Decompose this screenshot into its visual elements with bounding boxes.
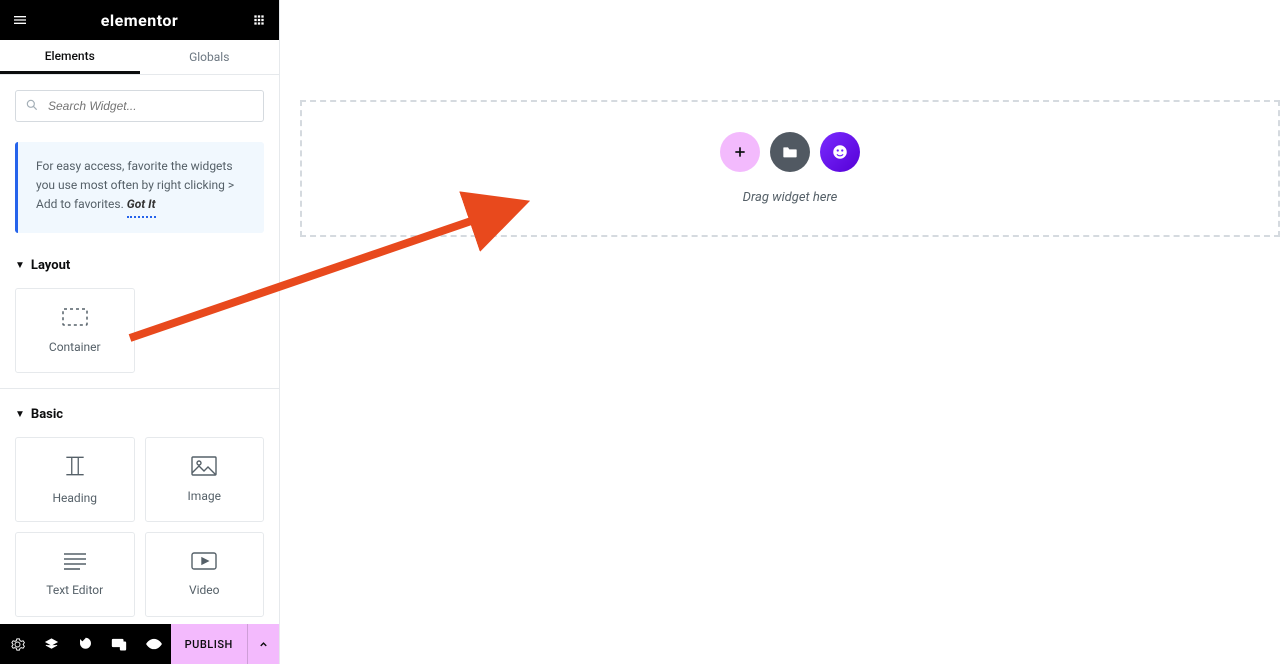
widget-container[interactable]: Container	[15, 288, 135, 373]
history-button[interactable]	[68, 624, 102, 664]
category-label: Layout	[31, 258, 70, 273]
widget-label: Image	[188, 489, 221, 503]
widget-label: Container	[49, 340, 101, 354]
search-input[interactable]	[15, 90, 264, 122]
caret-down-icon: ▼	[15, 260, 25, 271]
chevron-up-icon	[258, 639, 269, 650]
category-layout-toggle[interactable]: ▼ Layout	[15, 258, 264, 273]
brand-logo: elementor	[101, 11, 179, 30]
basic-grid: Heading Image Text Editor Video	[15, 437, 264, 617]
drop-actions	[720, 132, 860, 172]
category-label: Basic	[31, 407, 63, 422]
search-wrapper	[15, 90, 264, 122]
publish-button[interactable]: PUBLISH	[171, 624, 247, 664]
settings-button[interactable]	[0, 624, 34, 664]
widget-label: Text Editor	[46, 583, 103, 597]
publish-options-button[interactable]	[247, 624, 279, 664]
container-icon	[60, 306, 90, 328]
widget-video[interactable]: Video	[145, 532, 265, 617]
category-basic-toggle[interactable]: ▼ Basic	[15, 407, 264, 422]
editor-sidebar: elementor Elements Globals For easy acce…	[0, 0, 280, 664]
preview-button[interactable]	[137, 624, 171, 664]
apps-menu-button[interactable]	[249, 10, 269, 30]
favorites-tip: For easy access, favorite the widgets yo…	[15, 142, 264, 233]
plus-icon	[732, 144, 748, 160]
divider	[0, 388, 279, 389]
tip-gotit-button[interactable]: Got It	[127, 195, 156, 217]
drop-zone[interactable]: Drag widget here	[300, 100, 1280, 237]
responsive-button[interactable]	[102, 624, 136, 664]
template-library-button[interactable]	[770, 132, 810, 172]
image-icon	[190, 455, 218, 477]
drop-hint-text: Drag widget here	[743, 190, 838, 205]
search-icon	[25, 98, 39, 116]
grid-icon	[252, 13, 266, 27]
text-editor-icon	[62, 551, 88, 571]
sidebar-footer: PUBLISH	[0, 624, 279, 664]
widget-label: Video	[189, 583, 220, 597]
sidebar-header: elementor	[0, 0, 279, 40]
panel-body: For easy access, favorite the widgets yo…	[0, 75, 279, 624]
widget-label: Heading	[52, 491, 97, 505]
ai-button[interactable]	[820, 132, 860, 172]
tab-globals[interactable]: Globals	[140, 40, 280, 74]
widget-text-editor[interactable]: Text Editor	[15, 532, 135, 617]
eye-icon	[146, 638, 162, 650]
gear-icon	[10, 637, 25, 652]
panel-tabs: Elements Globals	[0, 40, 279, 75]
layout-grid: Container	[15, 288, 264, 373]
devices-icon	[111, 637, 127, 651]
caret-down-icon: ▼	[15, 409, 25, 420]
add-section-button[interactable]	[720, 132, 760, 172]
heading-icon	[62, 453, 88, 479]
folder-icon	[782, 145, 798, 159]
navigator-button[interactable]	[34, 624, 68, 664]
tab-elements[interactable]: Elements	[0, 40, 140, 74]
ai-sparkle-icon	[831, 143, 849, 161]
history-icon	[78, 637, 93, 652]
widget-image[interactable]: Image	[145, 437, 265, 522]
video-icon	[190, 551, 218, 571]
hamburger-menu-button[interactable]	[10, 10, 30, 30]
hamburger-icon	[12, 12, 28, 28]
layers-icon	[44, 637, 59, 652]
widget-heading[interactable]: Heading	[15, 437, 135, 522]
editor-canvas: Drag widget here	[280, 0, 1280, 664]
